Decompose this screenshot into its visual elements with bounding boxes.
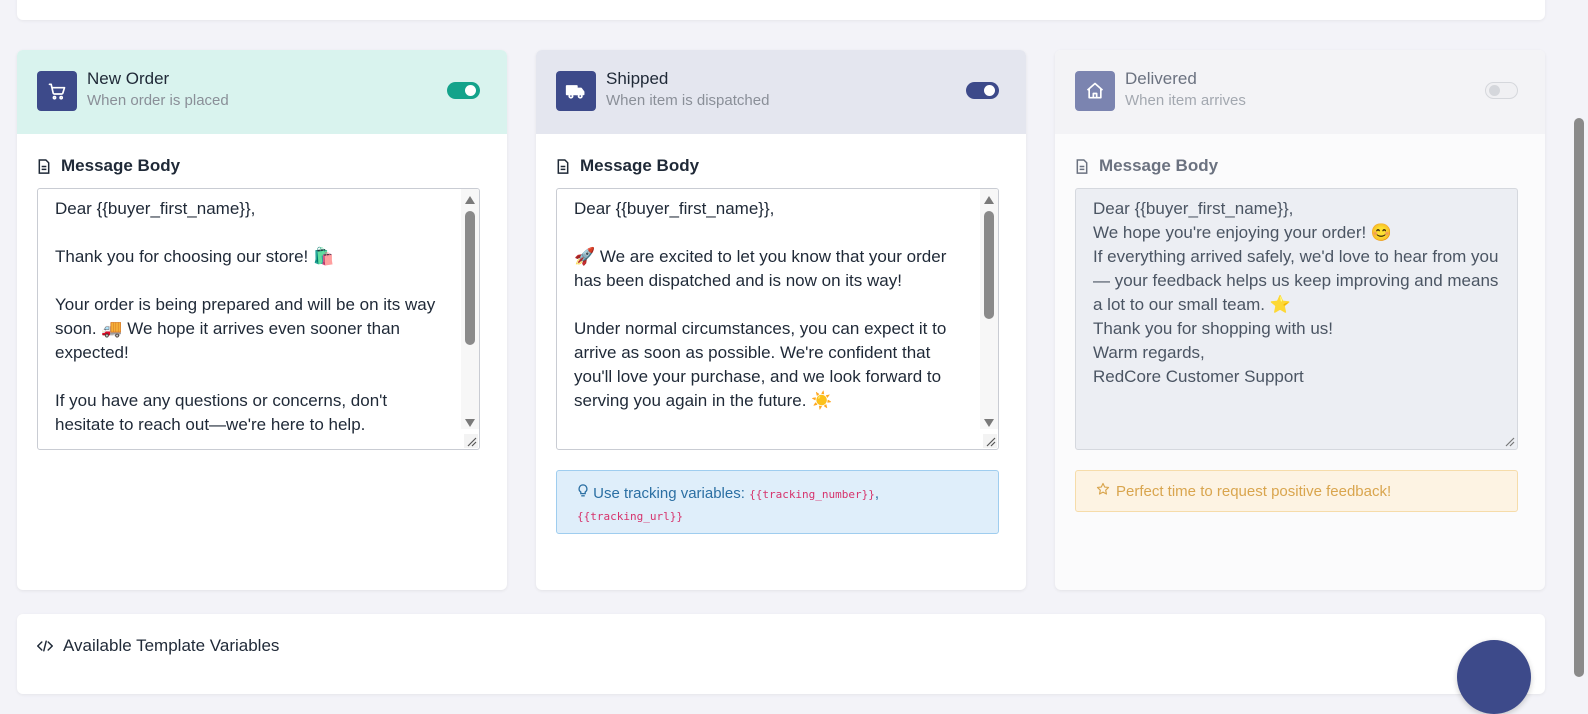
template-variables-header[interactable]: Available Template Variables [37, 636, 279, 656]
floating-action-button[interactable] [1457, 640, 1531, 714]
card-subtitle: When item arrives [1125, 92, 1246, 109]
document-icon [38, 158, 50, 174]
home-icon [1075, 71, 1115, 111]
card-subtitle: When order is placed [87, 92, 229, 109]
card-header: Delivered When item arrives [1055, 50, 1545, 134]
feedback-tip: Perfect time to request positive feedbac… [1075, 470, 1518, 512]
textarea-scrollbar[interactable] [980, 189, 998, 429]
section-label: Message Body [556, 156, 699, 176]
card-title: New Order [87, 69, 170, 88]
section-label: Message Body [37, 156, 180, 176]
code-icon [37, 640, 53, 652]
enable-toggle[interactable] [447, 82, 480, 99]
tracking-url-variable: {{tracking_url}} [577, 510, 683, 523]
card-shipped: Shipped When item is dispatched Message … [536, 50, 1026, 590]
lightbulb-icon [577, 484, 593, 502]
section-label: Message Body [1075, 156, 1218, 176]
resize-handle-icon[interactable] [464, 434, 478, 448]
star-icon [1096, 482, 1110, 500]
page-scrollbar[interactable] [1568, 0, 1588, 677]
resize-handle-icon[interactable] [1502, 434, 1516, 448]
template-variables-card: Available Template Variables [17, 614, 1545, 694]
card-title: Shipped [606, 69, 669, 88]
message-body-textarea[interactable]: Dear {{buyer_first_name}}, Thank you for… [37, 188, 480, 450]
tracking-variables-tip: Use tracking variables: {{tracking_numbe… [556, 470, 999, 534]
card-delivered: Delivered When item arrives Message Body… [1055, 50, 1545, 590]
enable-toggle[interactable] [1485, 82, 1518, 99]
card-new-order: New Order When order is placed Message B… [17, 50, 507, 590]
card-header: New Order When order is placed [17, 50, 507, 134]
card-header: Shipped When item is dispatched [536, 50, 1026, 134]
message-body-textarea[interactable]: Dear {{buyer_first_name}}, 🚀 We are exci… [556, 188, 999, 450]
top-card [17, 0, 1545, 20]
textarea-scrollbar[interactable] [461, 189, 479, 429]
enable-toggle[interactable] [966, 82, 999, 99]
tip-text: Use tracking variables: [593, 485, 745, 502]
truck-icon [556, 71, 596, 111]
card-title: Delivered [1125, 69, 1197, 88]
document-icon [1076, 158, 1088, 174]
card-subtitle: When item is dispatched [606, 92, 770, 109]
shopping-cart-icon [37, 71, 77, 111]
tip-text: Perfect time to request positive feedbac… [1116, 482, 1392, 500]
resize-handle-icon[interactable] [983, 434, 997, 448]
message-body-textarea[interactable]: Dear {{buyer_first_name}}, We hope you'r… [1075, 188, 1518, 450]
document-icon [557, 158, 569, 174]
tracking-number-variable: {{tracking_number}} [749, 488, 875, 501]
